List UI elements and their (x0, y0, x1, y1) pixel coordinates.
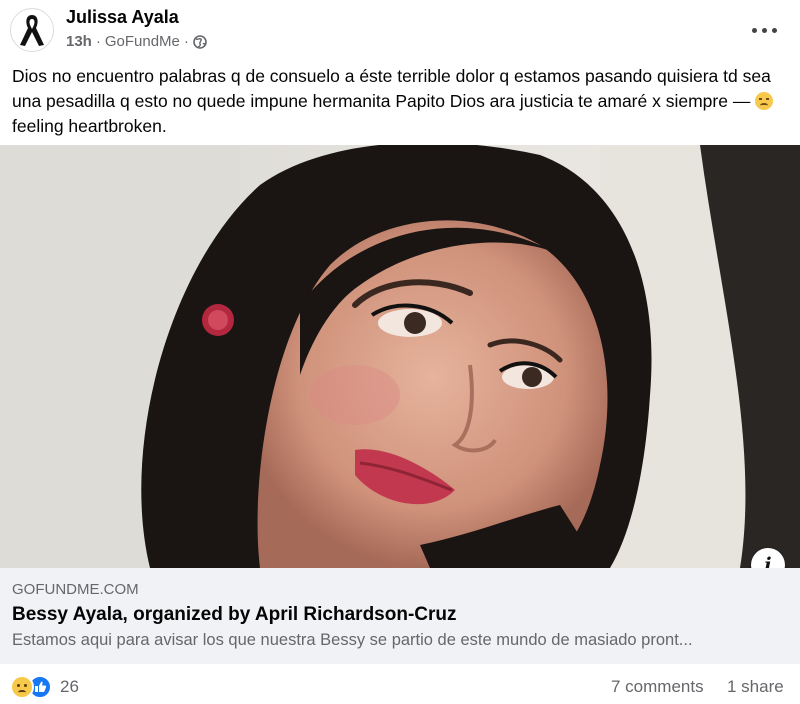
post-text: Dios no encuentro palabras q de consuelo… (12, 64, 788, 139)
heartbroken-emoji-icon (755, 92, 774, 110)
reaction-count: 26 (60, 677, 79, 696)
more-options-dot (761, 27, 767, 33)
link-domain: GOFUNDME.COM (12, 581, 139, 598)
link-description: Estamos aqui para avisar los que nuestra… (12, 631, 693, 649)
sad-reaction-icon (10, 675, 34, 699)
post-via[interactable]: GoFundMe (105, 33, 180, 50)
author-name[interactable]: Julissa Ayala (66, 7, 179, 28)
reactions-summary[interactable]: 26 (10, 675, 79, 699)
shares-count[interactable]: 1 share (727, 677, 784, 697)
more-options-dot (771, 27, 777, 33)
more-options-button[interactable] (748, 18, 780, 42)
feeling-text: feeling heartbroken. (12, 116, 167, 136)
mourning-ribbon-icon (20, 15, 44, 46)
avatar[interactable] (10, 8, 54, 52)
shared-photo[interactable] (0, 145, 800, 568)
meta-separator: · (183, 33, 189, 50)
post-header: Julissa Ayala 13h · GoFundMe · (0, 0, 800, 60)
post-footer: 26 7 comments 1 share (0, 664, 800, 704)
post-meta: 13h · GoFundMe · (66, 33, 207, 50)
globe-icon (193, 34, 207, 49)
portrait-image (0, 145, 800, 568)
post-body: Dios no encuentro palabras q de consuelo… (12, 66, 771, 111)
meta-separator: · (95, 33, 101, 50)
post-time[interactable]: 13h (66, 33, 92, 50)
more-options-icon (751, 27, 757, 33)
link-title[interactable]: Bessy Ayala, organized by April Richards… (12, 604, 457, 626)
link-preview[interactable]: GOFUNDME.COM Bessy Ayala, organized by A… (0, 568, 800, 664)
comments-count[interactable]: 7 comments (611, 677, 704, 697)
